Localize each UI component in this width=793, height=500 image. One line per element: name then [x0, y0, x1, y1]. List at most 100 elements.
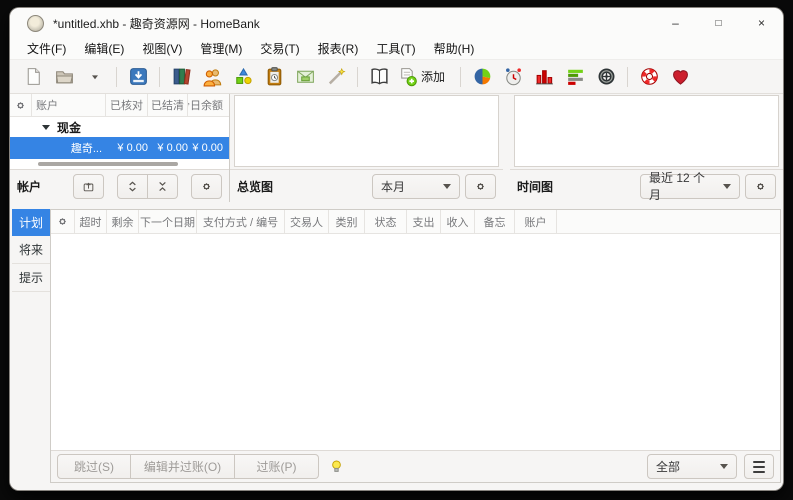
horizontal-scrollbar[interactable] — [38, 162, 178, 166]
new-file-button[interactable] — [18, 63, 48, 90]
account-panel: 账户 已核对 已结清 今日余额 现金 趣奇... ¥ 0.00 ¥ 0.00 ¥… — [10, 94, 230, 202]
column-header-cleared[interactable]: 已结清 — [148, 94, 188, 116]
open-folder-icon — [54, 66, 75, 87]
column-header-memo[interactable]: 备忘 — [475, 210, 515, 233]
column-header-expense[interactable]: 支出 — [407, 210, 441, 233]
manage-archives-button[interactable] — [259, 63, 289, 90]
time-range-dropdown[interactable]: 最近 12 个月 — [640, 174, 740, 199]
archive-clipboard-icon — [264, 66, 285, 87]
overview-range-dropdown[interactable]: 本月 — [372, 174, 460, 199]
open-recent-button[interactable] — [80, 63, 110, 90]
column-options-button[interactable] — [10, 94, 32, 116]
manage-budget-button[interactable] — [290, 63, 320, 90]
column-header-income[interactable]: 收入 — [441, 210, 475, 233]
expand-all-button[interactable] — [117, 174, 148, 199]
menu-view[interactable]: 视图(V) — [133, 38, 191, 59]
post-button[interactable]: 过账(P) — [235, 454, 319, 479]
overview-chart-area — [234, 95, 499, 167]
menu-edit[interactable]: 编辑(E) — [75, 38, 133, 59]
tab-scheduled[interactable]: 计划 — [12, 209, 50, 236]
column-header-today[interactable]: 今日余额 — [188, 94, 229, 116]
open-account-window-button[interactable] — [73, 174, 104, 199]
skip-button[interactable]: 跳过(S) — [57, 454, 131, 479]
tab-tips[interactable]: 提示 — [12, 264, 50, 292]
account-row-selected[interactable]: 趣奇... ¥ 0.00 ¥ 0.00 ¥ 0.00 — [10, 137, 229, 159]
menu-manage[interactable]: 管理(M) — [191, 38, 251, 59]
caret-down-icon — [720, 464, 728, 469]
homebank-app-icon — [27, 15, 44, 32]
account-group-label: 现金 — [57, 119, 81, 136]
filter-value: 全部 — [656, 458, 680, 475]
column-header-remaining[interactable]: 剩余 — [107, 210, 139, 233]
paned-divider[interactable] — [503, 94, 510, 202]
add-transaction-button[interactable]: 添加 — [395, 63, 454, 90]
menu-transactions[interactable]: 交易(T) — [251, 38, 308, 59]
menu-file[interactable]: 文件(F) — [18, 38, 75, 59]
expander-icon — [42, 125, 50, 130]
account-panel-footer: 帐户 — [10, 169, 229, 202]
collapse-all-icon — [156, 180, 169, 193]
menu-reports[interactable]: 报表(R) — [309, 38, 368, 59]
column-options-button[interactable] — [51, 210, 75, 233]
window-title: *untitled.xhb - 趣奇资源网 - HomeBank — [53, 15, 260, 32]
caret-down-icon — [723, 184, 731, 189]
menu-hamburger-button[interactable] — [744, 454, 774, 479]
column-header-account[interactable]: 账户 — [32, 94, 106, 116]
gear-icon — [14, 99, 27, 112]
column-header-overdue[interactable]: 超时 — [75, 210, 107, 233]
column-header-reconciled[interactable]: 已核对 — [106, 94, 148, 116]
time-panel-footer: 时间图 最近 12 个月 — [510, 169, 783, 202]
save-button[interactable] — [123, 63, 153, 90]
report-statistics-button[interactable] — [467, 63, 497, 90]
budget-envelope-icon — [295, 66, 316, 87]
gear-icon — [754, 180, 767, 193]
column-header-payee[interactable]: 交易人 — [285, 210, 329, 233]
column-header-payment[interactable]: 支付方式 / 编号 — [197, 210, 285, 233]
manage-assignments-button[interactable] — [321, 63, 351, 90]
tab-future[interactable]: 将来 — [12, 236, 50, 264]
gear-icon — [56, 215, 69, 228]
menu-help[interactable]: 帮助(H) — [425, 38, 484, 59]
menu-tools[interactable]: 工具(T) — [367, 38, 424, 59]
account-settings-button[interactable] — [191, 174, 222, 199]
column-header-nextdate[interactable]: 下一个日期 — [139, 210, 197, 233]
manage-categories-button[interactable] — [228, 63, 258, 90]
help-button[interactable] — [634, 63, 664, 90]
statistics-pie-icon — [472, 66, 493, 87]
report-balance-button[interactable] — [529, 63, 559, 90]
manage-payees-button[interactable] — [197, 63, 227, 90]
account-name: 趣奇... — [10, 140, 106, 156]
ledger-book-icon — [369, 66, 390, 87]
budget-report-stack-icon — [565, 66, 586, 87]
report-vehicle-button[interactable] — [591, 63, 621, 90]
edit-and-post-button[interactable]: 编辑并过账(O) — [131, 454, 235, 479]
overview-settings-button[interactable] — [465, 174, 496, 199]
account-group-row[interactable]: 现金 — [10, 117, 229, 137]
close-button[interactable]: × — [740, 8, 783, 38]
trendtime-clock-icon — [503, 66, 524, 87]
column-header-status[interactable]: 状态 — [365, 210, 407, 233]
collapse-all-button[interactable] — [148, 174, 178, 199]
time-settings-button[interactable] — [745, 174, 776, 199]
time-label: 时间图 — [517, 178, 553, 195]
top-section: 账户 已核对 已结清 今日余额 现金 趣奇... ¥ 0.00 ¥ 0.00 ¥… — [10, 94, 783, 202]
report-trendtime-button[interactable] — [498, 63, 528, 90]
toolbar-separator — [627, 67, 628, 87]
filter-dropdown[interactable]: 全部 — [647, 454, 737, 479]
expand-all-icon — [126, 180, 139, 193]
show-ledger-button[interactable] — [364, 63, 394, 90]
popout-icon — [82, 180, 95, 193]
maximize-button[interactable]: □ — [697, 8, 740, 38]
toolbar: 添加 — [10, 59, 783, 94]
minimize-button[interactable]: – — [654, 8, 697, 38]
open-file-button[interactable] — [49, 63, 79, 90]
column-header-category[interactable]: 类别 — [329, 210, 365, 233]
balance-report-bars-icon — [534, 66, 555, 87]
manage-accounts-button[interactable] — [166, 63, 196, 90]
toolbar-separator — [460, 67, 461, 87]
donate-button[interactable] — [665, 63, 695, 90]
report-budget-button[interactable] — [560, 63, 590, 90]
expand-collapse-group — [117, 174, 178, 199]
add-transaction-label: 添加 — [418, 68, 452, 85]
column-header-account[interactable]: 账户 — [515, 210, 557, 233]
